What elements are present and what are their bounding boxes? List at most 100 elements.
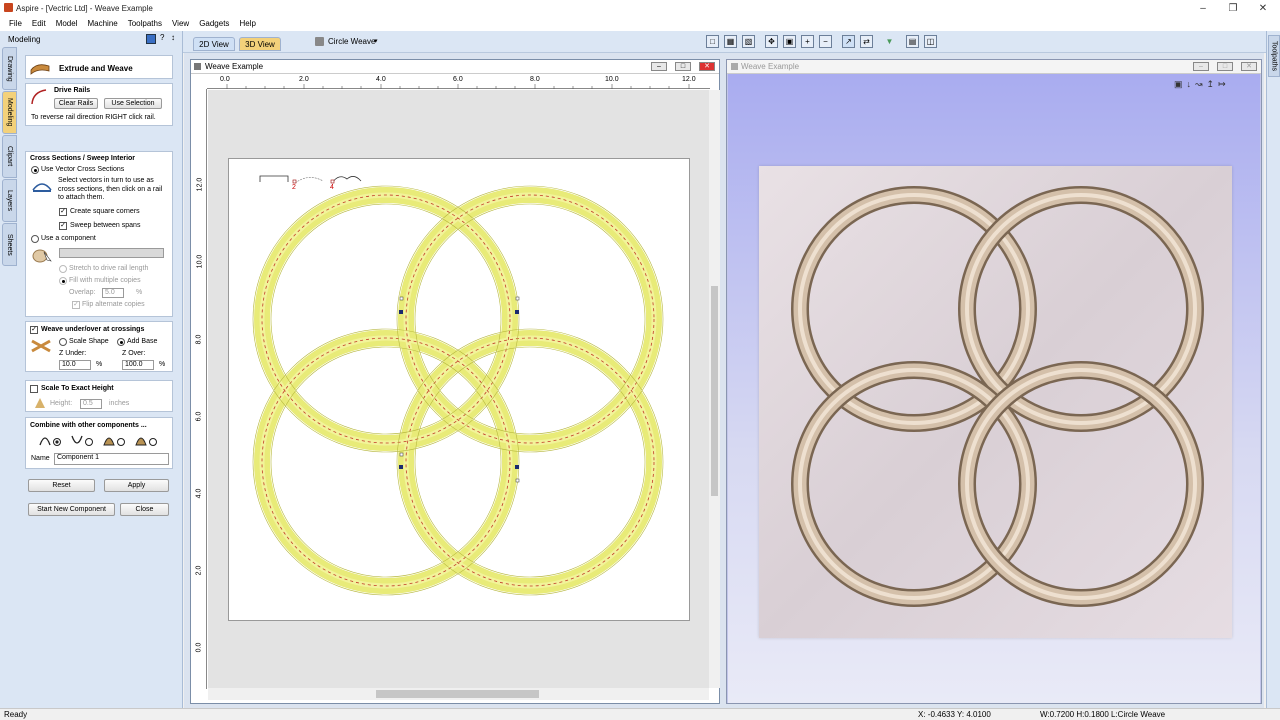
menu-toolpaths[interactable]: Toolpaths [128,19,162,28]
fill-multiple-radio[interactable] [59,277,67,285]
overlap-input[interactable]: 5.0 [102,288,124,298]
menu-gadgets[interactable]: Gadgets [199,19,229,28]
scale-shape-radio[interactable] [59,338,67,346]
component-dropdown[interactable]: Circle Weave [328,37,375,46]
overlap-unit: % [136,289,143,296]
use-selection-button[interactable]: Use Selection [104,98,162,109]
menu-view[interactable]: View [172,19,189,28]
tab-modeling[interactable]: Modeling [2,91,17,134]
stretch-radio[interactable] [59,265,67,273]
menu-file[interactable]: File [9,19,22,28]
reset-button[interactable]: Reset [28,479,95,492]
layout-icon[interactable]: ▤ [906,35,919,48]
close-icon[interactable]: ✕ [1248,0,1278,16]
z-over-input[interactable]: 100.0 [122,360,154,370]
restore-icon[interactable]: ❐ [1218,0,1248,16]
tab-3d-view[interactable]: 3D View [239,37,281,51]
shield-icon[interactable]: ▼ [883,35,896,48]
stretch-label: Stretch to drive rail length [69,265,149,272]
add-base-label: Add Base [127,338,158,345]
clear-rails-button[interactable]: Clear Rails [54,98,98,109]
apply-button[interactable]: Apply [104,479,169,492]
view-toolbar: 2D View 3D View Circle Weave ▾ □ ▦ ▧ ✥ ▣… [183,31,1280,53]
node-handle [515,465,519,469]
split-view-icon[interactable]: ◫ [924,35,937,48]
use-component-label: Use a component [41,235,96,242]
tab-toolpaths[interactable]: Toolpaths [1268,35,1280,77]
zoom-box-icon[interactable]: □ [706,35,719,48]
horizontal-ruler: 0.0 2.0 4.0 6.0 8.0 10.0 12.0 [207,75,710,89]
ruler-h-label: 10.0 [605,76,619,83]
view-3d-canvas[interactable]: ▣↓↝↥↦ [728,74,1260,703]
combine-mode-icons[interactable] [38,433,164,447]
pin-icon[interactable] [146,34,156,44]
scroll-thumb[interactable] [376,690,539,698]
use-vector-label: Use Vector Cross Sections [41,166,125,173]
flip-alternate-checkbox[interactable]: ✓ [72,301,80,309]
zoom-extents-icon[interactable]: ▣ [783,35,796,48]
add-base-radio[interactable] [117,338,125,346]
select-icon[interactable]: ↗ [842,35,855,48]
view-3d-orientation-icons[interactable]: ▣↓↝↥↦ [1174,79,1230,90]
weave-icon [31,339,51,353]
tab-sheets[interactable]: Sheets [2,223,17,266]
menu-help[interactable]: Help [239,19,255,28]
square-corners-label: Create square corners [70,208,140,215]
grid-icon[interactable]: ▧ [742,35,755,48]
use-vector-radio[interactable] [31,166,39,174]
minimize-icon[interactable]: – [1188,0,1218,16]
tab-clipart[interactable]: Clipart [2,135,17,178]
rendered-weave [791,186,1204,607]
z-over-unit: % [159,361,166,368]
tab-drawing[interactable]: Drawing [2,47,17,90]
square-corners-checkbox[interactable]: ✓ [59,208,67,216]
start-new-component-button[interactable]: Start New Component [28,503,115,516]
tab-2d-view[interactable]: 2D View [193,37,235,51]
weave-checkbox[interactable]: ✓ [30,326,38,334]
toolpaths-panel-tab[interactable]: Toolpaths [1266,31,1280,708]
view-2d-minimize-icon[interactable]: – [651,62,667,71]
view-3d-minimize-icon[interactable]: – [1193,62,1209,71]
component-selector[interactable] [59,248,164,258]
view-3d-window: Weave Example – □ ✕ ▣↓↝↥↦ [726,59,1262,704]
autohide-icon[interactable]: ↕ [171,33,175,42]
transform-icon[interactable]: ⇄ [860,35,873,48]
z-under-input[interactable]: 10.0 [59,360,91,370]
view-2d-close-icon[interactable]: ✕ [699,62,715,71]
view-2d-maximize-icon[interactable]: □ [675,62,691,71]
vertical-scrollbar[interactable] [709,90,720,688]
height-unit: inches [109,400,130,407]
drawing-canvas[interactable]: 2 4 [208,90,709,688]
scale-height-checkbox[interactable] [30,385,38,393]
sweep-spans-checkbox[interactable]: ✓ [59,222,67,230]
view-2d-titlebar: Weave Example – □ ✕ [191,60,719,74]
ruler-h-label: 8.0 [530,76,540,83]
node-handle [399,465,403,469]
help-icon[interactable]: ? [160,33,164,42]
window-title: Aspire - [Vectric Ltd] - Weave Example [16,3,153,13]
tab-layers[interactable]: Layers [2,179,17,222]
use-component-radio[interactable] [31,235,39,243]
snap-grid-icon[interactable]: ▦ [724,35,737,48]
panel-title: Modeling [8,35,41,44]
chevron-down-icon[interactable]: ▾ [374,37,378,45]
close-button[interactable]: Close [120,503,169,516]
height-input[interactable]: 0.5 [80,399,102,409]
document-icon [194,63,201,70]
pan-icon[interactable]: ✥ [765,35,778,48]
menu-model[interactable]: Model [56,19,78,28]
combine-section: Combine with other components ... Name C… [25,417,173,469]
reverse-rail-hint: To reverse rail direction RIGHT click ra… [31,114,156,121]
component-name-input[interactable]: Component 1 [54,453,169,465]
view-3d-maximize-icon[interactable]: □ [1217,62,1233,71]
ruler-v-label: 6.0 [195,411,203,422]
menu-edit[interactable]: Edit [32,19,46,28]
zoom-in-icon[interactable]: + [801,35,814,48]
menu-machine[interactable]: Machine [87,19,117,28]
status-dims: W:0.7200 H:0.1800 L:Circle Weave [1040,710,1166,719]
view-3d-close-icon[interactable]: ✕ [1241,62,1257,71]
horizontal-scrollbar[interactable] [208,688,709,700]
height-label: Height: [50,400,73,407]
scroll-thumb[interactable] [711,286,718,496]
zoom-out-icon[interactable]: − [819,35,832,48]
